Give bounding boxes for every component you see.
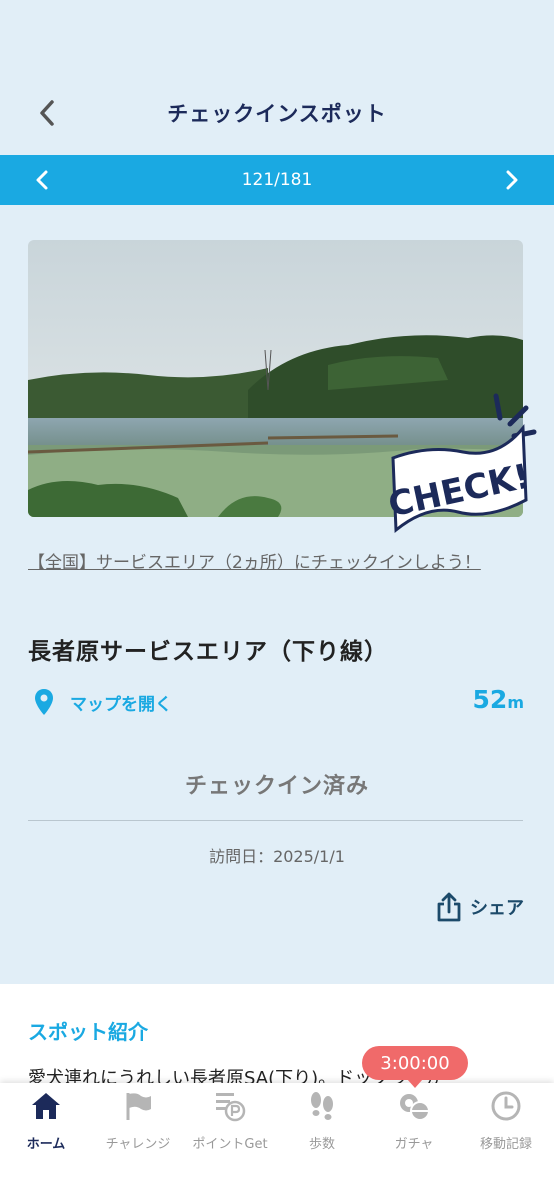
tab-point-get[interactable]: ポイントGet: [184, 1089, 276, 1159]
gacha-icon: [397, 1089, 431, 1123]
map-pin-icon: [35, 689, 53, 715]
spot-intro-heading: スポット紹介: [28, 1020, 148, 1044]
tab-label: 歩数: [308, 1137, 335, 1152]
tab-label: チャレンジ: [105, 1137, 171, 1152]
tab-label: ポイントGet: [192, 1137, 268, 1152]
clock-icon: [489, 1089, 523, 1123]
tab-challenge[interactable]: チャレンジ: [92, 1089, 184, 1159]
home-icon: [29, 1089, 63, 1123]
tab-label: 移動記録: [479, 1137, 532, 1152]
tab-home[interactable]: ホーム: [0, 1089, 92, 1159]
campaign-link[interactable]: 【全国】サービスエリア（2ヵ所）にチェックインしよう！: [28, 550, 518, 576]
visit-date: 訪問日：2025/1/1: [209, 847, 345, 866]
check-sparkle-icon: [493, 393, 537, 439]
share-label: シェア: [470, 898, 524, 919]
open-map-link[interactable]: マップを開く: [34, 688, 172, 716]
distance-unit: m: [507, 693, 524, 712]
spot-counter: 121/181: [241, 170, 313, 190]
checkin-status: チェックイン済み: [184, 774, 369, 799]
tab-steps[interactable]: 歩数: [276, 1089, 368, 1159]
footsteps-icon: [305, 1089, 339, 1123]
tab-travel-log[interactable]: 移動記録: [460, 1089, 552, 1159]
chevron-right-icon: [506, 170, 518, 190]
spot-pager: 121/181: [0, 155, 554, 205]
gacha-timer-badge: 3:00:00: [362, 1046, 468, 1088]
bottom-tab-bar: ホーム チャレンジ ポイントGet 歩数 ガチャ 移動記録: [0, 1083, 554, 1200]
distance-readout: 52m: [473, 685, 524, 714]
share-icon: [437, 892, 461, 922]
page-title: チェックインスポット: [167, 102, 387, 126]
distance-value: 52: [472, 685, 508, 714]
tab-label: ホーム: [26, 1137, 66, 1152]
check-badge: CHECK!: [388, 393, 537, 534]
tab-label: ガチャ: [394, 1137, 434, 1152]
app-header: チェックインスポット: [0, 0, 554, 155]
divider: [28, 820, 523, 821]
tab-gacha[interactable]: ガチャ: [368, 1089, 460, 1159]
open-map-label: マップを開く: [70, 694, 172, 715]
spot-name: 長者原サービスエリア（下り線）: [28, 639, 388, 665]
flag-icon: [121, 1089, 155, 1123]
share-button[interactable]: シェア: [436, 892, 524, 922]
next-spot-button[interactable]: [495, 163, 529, 197]
point-icon: [213, 1089, 247, 1123]
